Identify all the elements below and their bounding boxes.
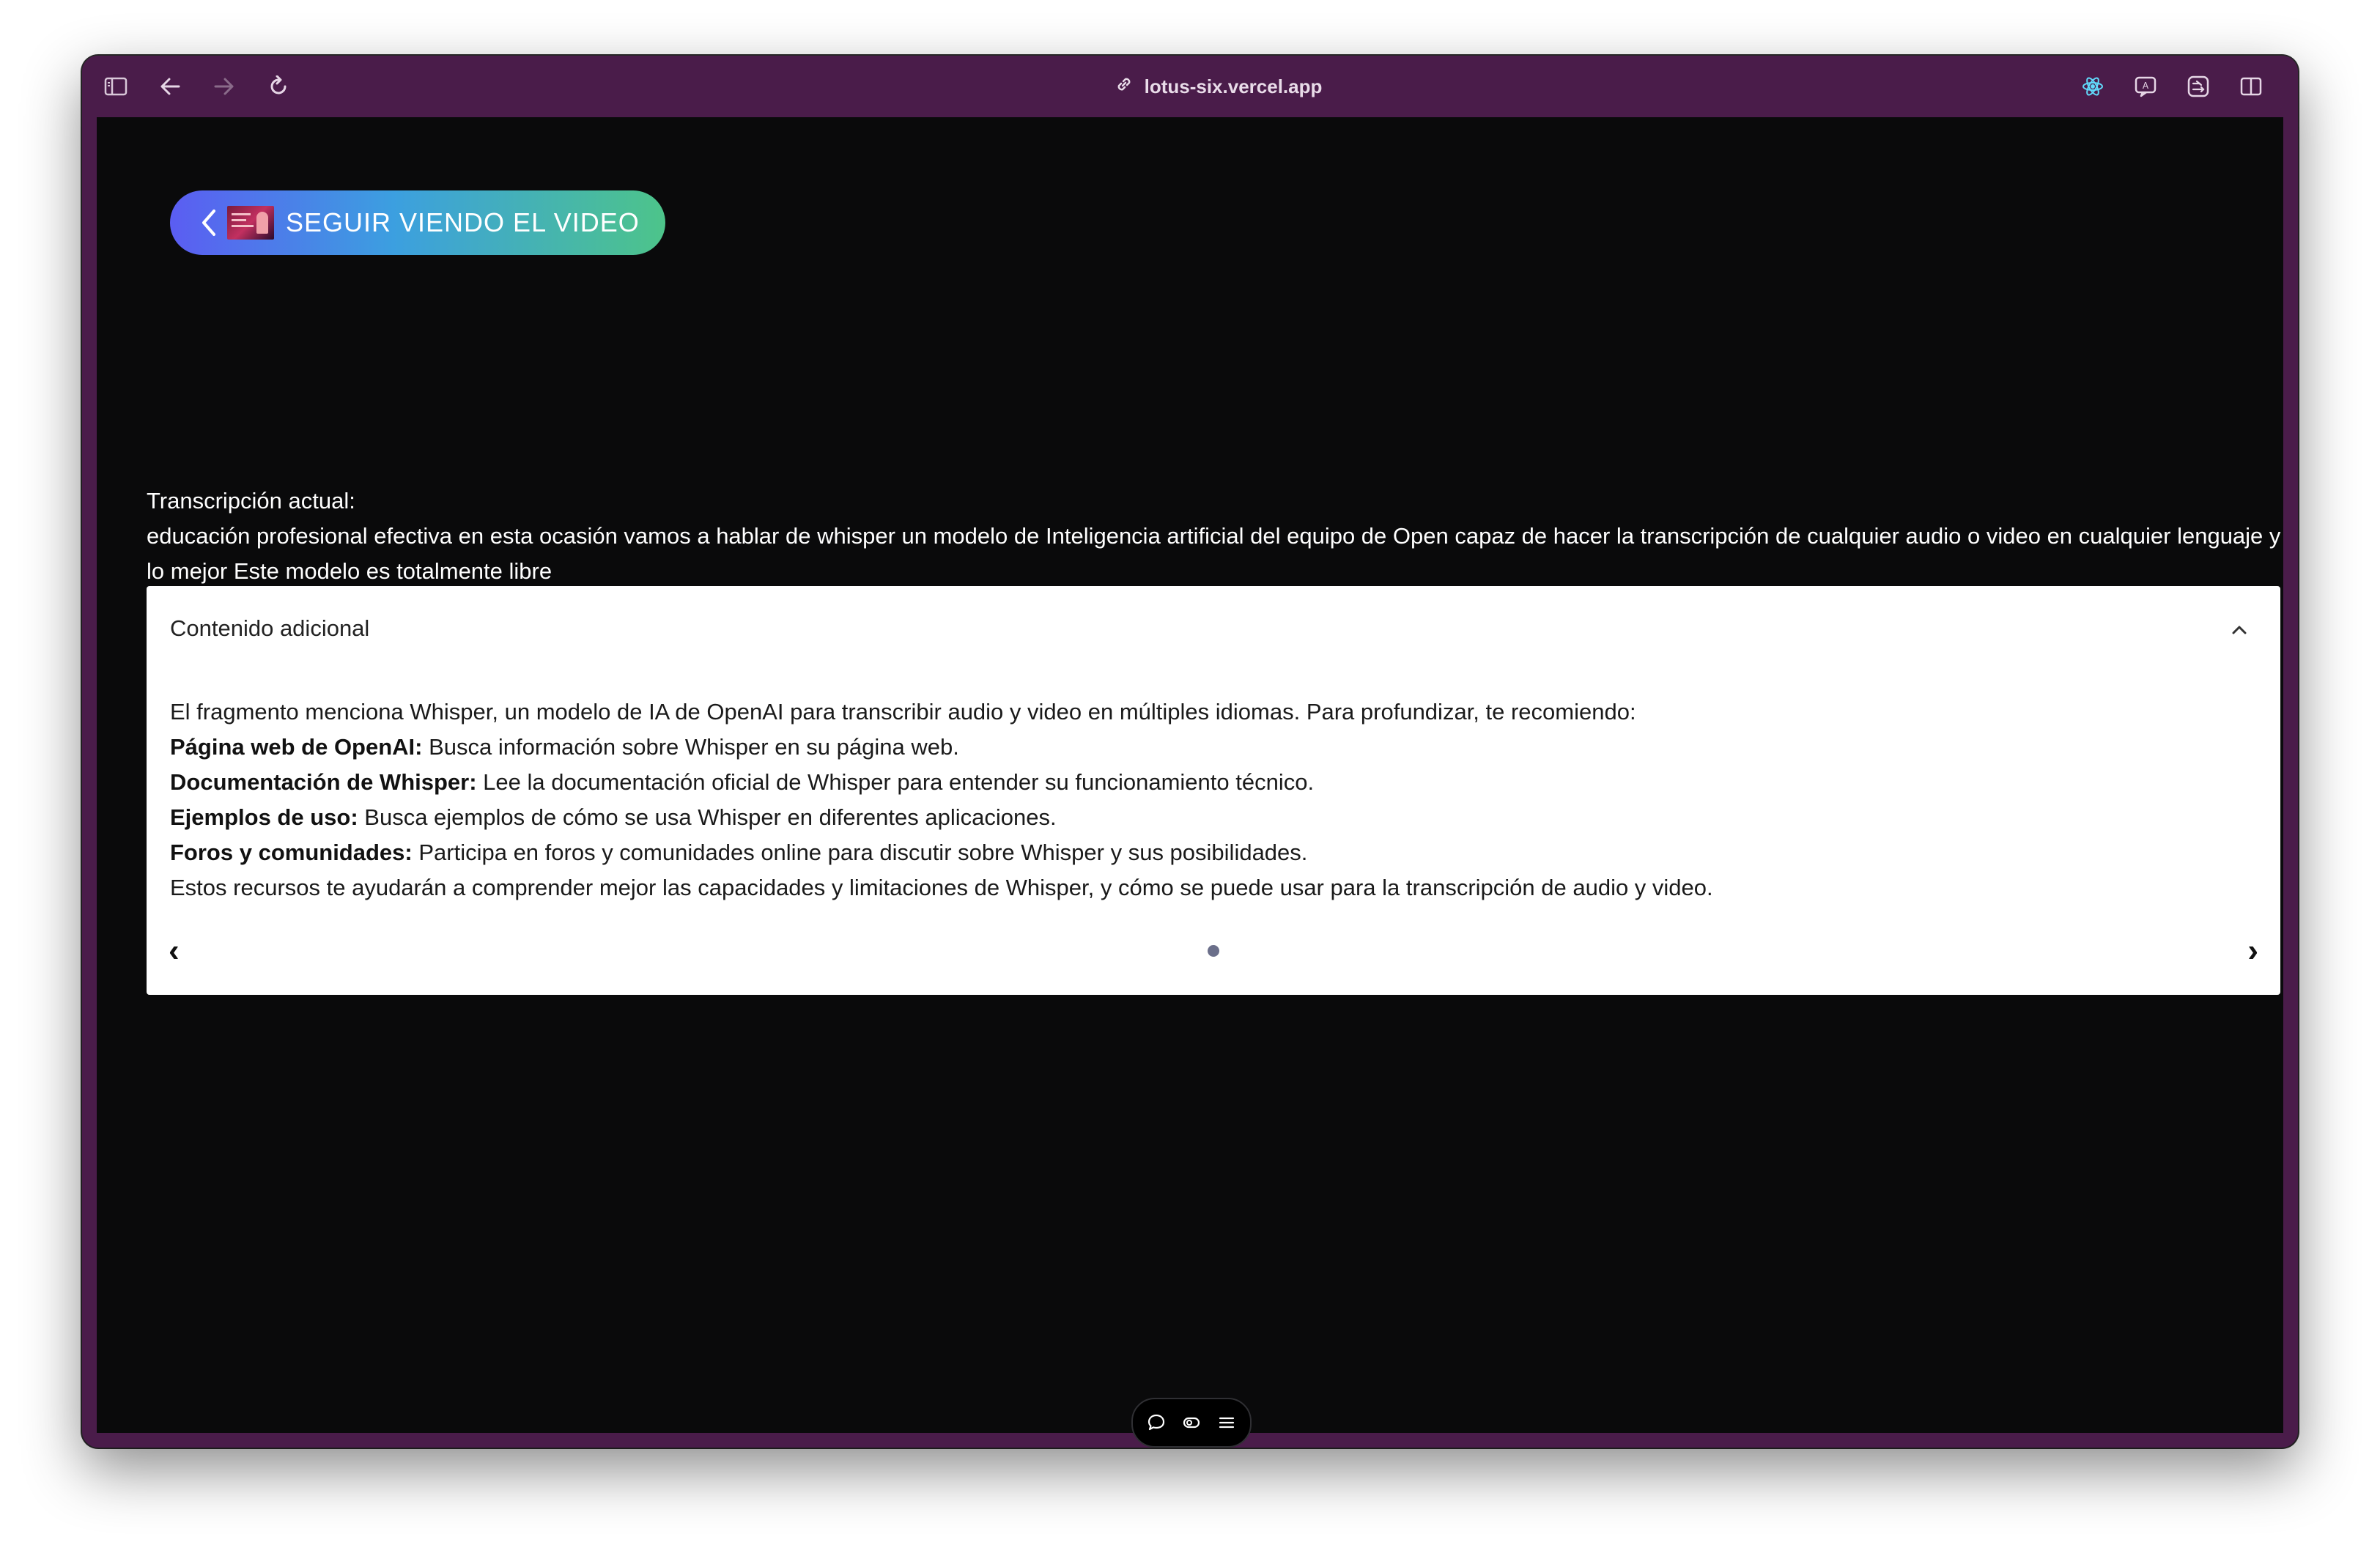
list-item-title: Página web de OpenAI: bbox=[170, 734, 423, 760]
reload-icon[interactable] bbox=[264, 72, 293, 101]
transcript-title: Transcripción actual: bbox=[147, 488, 355, 514]
additional-content-card: Contenido adicional El fragmento mencion… bbox=[147, 586, 2280, 995]
pagination-dot[interactable] bbox=[1208, 945, 1219, 957]
link-icon bbox=[1114, 74, 1134, 100]
chevron-left-icon bbox=[199, 207, 221, 239]
list-item-text: Busca ejemplos de cómo se usa Whisper en… bbox=[358, 804, 1057, 830]
continue-watching-label: SEGUIR VIENDO EL VIDEO bbox=[286, 207, 640, 237]
card-body: El fragmento menciona Whisper, un modelo… bbox=[170, 694, 2251, 905]
list-item-text: Busca información sobre Whisper en su pá… bbox=[422, 734, 959, 760]
browser-window: lotus-six.vercel.app A SEGUIR VIENDO EL … bbox=[82, 56, 2298, 1448]
browser-toolbar: lotus-six.vercel.app A bbox=[82, 56, 2298, 117]
card-outro: Estos recursos te ayudarán a comprender … bbox=[170, 875, 1713, 900]
video-thumbnail bbox=[227, 206, 274, 240]
svg-text:A: A bbox=[2143, 81, 2149, 91]
list-item-text: Lee la documentación oficial de Whisper … bbox=[476, 769, 1315, 795]
continue-watching-button[interactable]: SEGUIR VIENDO EL VIDEO bbox=[170, 190, 665, 255]
forward-arrow-icon[interactable] bbox=[210, 72, 239, 101]
address-bar[interactable]: lotus-six.vercel.app bbox=[1064, 70, 1372, 103]
list-item-title: Foros y comunidades: bbox=[170, 840, 413, 865]
list-item-title: Documentación de Whisper: bbox=[170, 769, 477, 795]
transcript-section: Transcripción actual: educación profesio… bbox=[147, 484, 2286, 589]
list-item: Página web de OpenAI: Busca información … bbox=[170, 730, 2251, 765]
previous-slide-button[interactable]: ‹ bbox=[169, 935, 180, 967]
list-item: Foros y comunidades: Participa en foros … bbox=[170, 835, 2251, 870]
floating-toolbar bbox=[1131, 1398, 1252, 1448]
back-arrow-icon[interactable] bbox=[155, 72, 185, 101]
chat-bubble-icon[interactable] bbox=[1146, 1412, 1167, 1433]
translate-icon[interactable]: A bbox=[2131, 72, 2160, 101]
split-view-icon[interactable] bbox=[2236, 72, 2266, 101]
next-slide-button[interactable]: › bbox=[2247, 935, 2258, 967]
eye-toggle-icon[interactable] bbox=[1181, 1412, 1202, 1433]
sidebar-icon[interactable] bbox=[101, 72, 130, 101]
url-text: lotus-six.vercel.app bbox=[1144, 75, 1323, 97]
page-content: SEGUIR VIENDO EL VIDEO Transcripción act… bbox=[97, 117, 2286, 1448]
react-devtools-icon[interactable] bbox=[2078, 72, 2107, 101]
chevron-up-icon[interactable] bbox=[2228, 618, 2251, 642]
list-item: Documentación de Whisper: Lee la documen… bbox=[170, 765, 2251, 800]
extension-icon[interactable] bbox=[2184, 72, 2213, 101]
card-intro: El fragmento menciona Whisper, un modelo… bbox=[170, 699, 1636, 725]
list-item: Ejemplos de uso: Busca ejemplos de cómo … bbox=[170, 800, 2251, 835]
card-header[interactable]: Contenido adicional bbox=[170, 615, 369, 642]
transcript-text: educación profesional efectiva en esta o… bbox=[147, 523, 2281, 584]
menu-icon[interactable] bbox=[1216, 1412, 1237, 1433]
list-item-text: Participa en foros y comunidades online … bbox=[412, 840, 1308, 865]
list-item-title: Ejemplos de uso: bbox=[170, 804, 358, 830]
